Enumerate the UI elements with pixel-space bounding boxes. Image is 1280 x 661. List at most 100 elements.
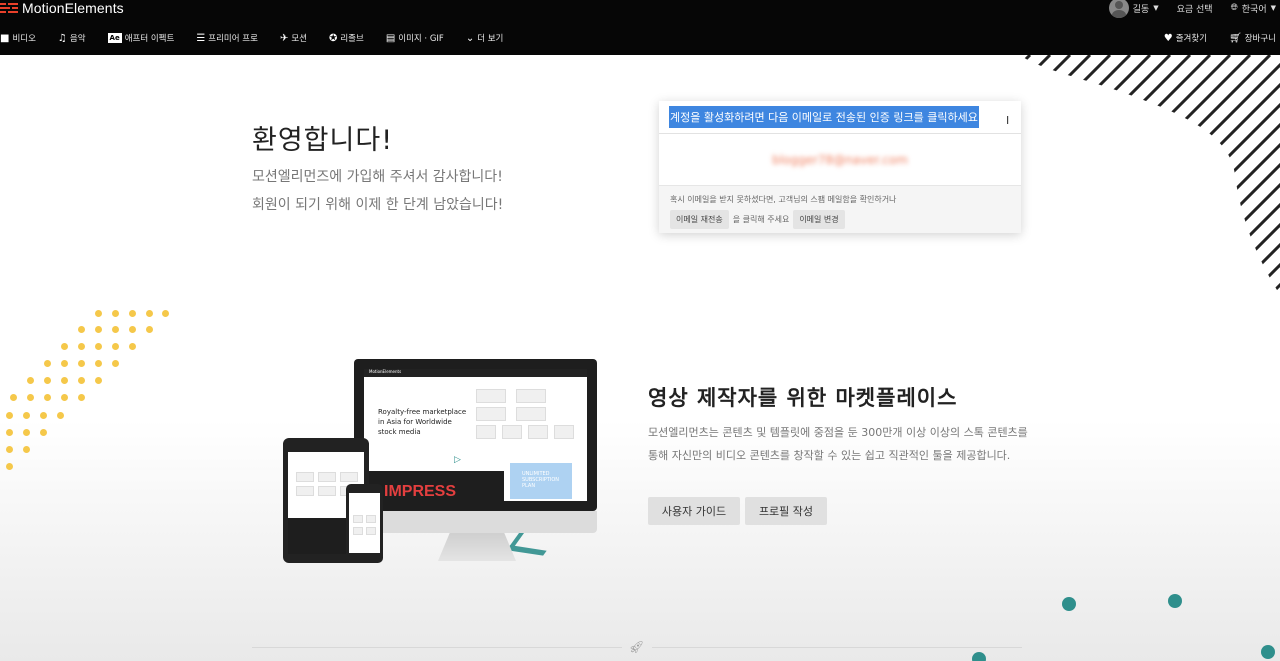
screen-tile [516,389,546,403]
heart-icon: ♥ [1163,32,1173,44]
globe-icon: 🌐︎ [1230,3,1238,13]
help-text: 혹시 이메일을 받지 못하셨다면, 고객님의 스팸 메일함을 확인하거나 [670,195,897,204]
monitor-screen: MotionElements Royalty-free marketplace … [364,369,587,501]
screen-tile [318,486,336,496]
screen-tile [366,515,376,523]
sliders-icon: ☰ [196,32,206,44]
card-footer: 혹시 이메일을 받지 못하셨다면, 고객님의 스팸 메일함을 확인하거나 이메일… [659,186,1021,237]
nav-item-music[interactable]: ♫ 음악 [57,32,86,45]
nav-label: 음악 [69,34,86,44]
nav-label: 리졸브 [340,34,364,44]
cart-link[interactable]: 🛒︎ 장바구니 [1229,32,1276,45]
screen-tile [554,425,574,439]
resolve-icon: ✪ [328,32,338,44]
screen-tile [366,527,376,535]
subscription-banner: UNLIMITED SUBSCRIPTION PLAN [510,463,572,499]
phone-mockup [346,484,383,563]
language-label: 한국어 [1241,4,1267,15]
music-note-icon: ♫ [57,32,67,44]
nav-item-motion[interactable]: ✈ 모션 [279,32,307,45]
logo[interactable]: MotionElements [0,0,124,16]
monitor-mockup: MotionElements Royalty-free marketplace … [354,359,597,511]
nav-item-after-effects[interactable]: Ae 애프터 이펙트 [107,32,174,44]
top-header: MotionElements 길동 ▼ 요금 선택 🌐︎ 한국어 ▼ ■ 비디오… [0,0,1280,55]
cart-icon: 🛒︎ [1229,32,1242,44]
decorative-circle [972,652,986,661]
marketplace-title: 영상 제작자를 위한 마켓플레이스 [648,386,958,410]
welcome-line-1: 모션엘리먼즈에 가입해 주셔서 감사합니다! [252,169,503,185]
plan-text: UNLIMITED SUBSCRIPTION PLAN [522,471,560,489]
screen-headline: Royalty-free marketplace in Asia for Wor… [378,408,467,436]
nav-item-image-gif[interactable]: ▤ 이미지 · GIF [385,32,444,45]
nav-item-premiere-pro[interactable]: ☰ 프리미어 프로 [196,32,258,45]
middle-text: 을 클릭해 주세요 [732,215,790,224]
user-guide-button[interactable]: 사용자 가이드 [648,497,740,525]
language-selector[interactable]: 🌐︎ 한국어 ▼ [1231,2,1276,15]
nav-label: 더 보기 [477,34,504,44]
decorative-circle [1168,594,1182,608]
screen-tile [502,425,522,439]
card-header: 계정을 활성화하려면 다음 이메일로 전송된 인증 링크를 클릭하세요 I [659,101,1021,134]
footer-actions: 이메일 재전송 을 클릭해 주세요 이메일 변경 [670,210,1010,229]
nav-right: ♥ 즐겨찾기 🛒︎ 장바구니 [1164,28,1276,48]
chevron-down-icon: ▼ [1270,4,1276,12]
screen-tile [296,486,314,496]
play-icon: ▷ [454,455,461,465]
divider [252,647,622,648]
marketplace-description: 모션엘리먼츠는 콘텐츠 및 템플릿에 중점을 둔 300만개 이상 이상의 스톡… [648,426,1028,462]
activation-instruction[interactable]: 계정을 활성화하려면 다음 이메일로 전송된 인증 링크를 클릭하세요 [669,106,979,128]
pricing-label: 요금 선택 [1176,4,1213,15]
create-profile-button[interactable]: 프로필 작성 [745,497,827,525]
category-nav: ■ 비디오 ♫ 음악 Ae 애프터 이펙트 ☰ 프리미어 프로 ✈ 모션 ✪ 리… [0,28,1280,48]
rocket-icon: 🚀︎ [629,640,645,654]
change-email-button[interactable]: 이메일 변경 [793,210,845,229]
screen-tile [340,472,358,482]
decorative-circle [1261,645,1275,659]
impress-banner: IMPRESS [364,471,504,501]
screen-tile [476,407,506,421]
user-menu[interactable]: 길동 ▼ [1108,0,1159,18]
nav-label: 프리미어 프로 [208,34,258,44]
motion-icon: ✈ [279,32,289,44]
nav-label: 모션 [291,34,307,44]
activation-card: 계정을 활성화하려면 다음 이메일로 전송된 인증 링크를 클릭하세요 I bl… [659,101,1021,233]
video-camera-icon: ■ [0,32,10,44]
welcome-line-2: 회원이 되기 위해 이제 한 단계 남았습니다! [252,197,504,213]
after-effects-icon: Ae [107,33,122,43]
user-name: 길동 [1132,4,1150,15]
screen-header [288,446,364,452]
chevron-circle-icon: ⌄ [465,32,475,44]
logo-mark-icon [0,2,18,14]
image-file-icon: ▤ [385,32,396,44]
screen-tile [476,389,506,403]
screen-tile [353,515,363,523]
screen-tile [476,425,496,439]
nav-item-resolve[interactable]: ✪ 리졸브 [328,32,364,45]
pricing-link[interactable]: 요금 선택 [1177,2,1213,15]
nav-label: 이미지 · GIF [398,34,444,44]
cart-label: 장바구니 [1244,34,1276,44]
text-cursor-icon: I [1006,114,1010,127]
welcome-title: 환영합니다! [252,125,394,156]
monitor-stand [438,533,516,561]
screen-tile [296,472,314,482]
chevron-down-icon: ▼ [1153,4,1159,12]
decorative-stripes [1020,55,1280,295]
favorites-link[interactable]: ♥ 즐겨찾기 [1163,32,1208,45]
nav-item-more[interactable]: ⌄ 더 보기 [465,32,504,45]
decorative-circle [1062,597,1076,611]
avatar [1108,0,1129,18]
email-address: blogger78@naver.com [772,152,908,167]
email-display: blogger78@naver.com [659,134,1021,186]
resend-email-button[interactable]: 이메일 재전송 [670,210,729,229]
background-gradient [0,420,1280,661]
phone-screen [349,493,380,553]
account-menu: 길동 ▼ 요금 선택 🌐︎ 한국어 ▼ [1108,0,1276,18]
monitor-chin [354,511,597,533]
nav-label: 비디오 [12,34,36,44]
screen-header: MotionElements [364,369,587,377]
screen-tile [528,425,548,439]
nav-item-video[interactable]: ■ 비디오 [0,32,36,45]
favorites-label: 즐겨찾기 [1175,34,1208,44]
screen-tile [318,472,336,482]
